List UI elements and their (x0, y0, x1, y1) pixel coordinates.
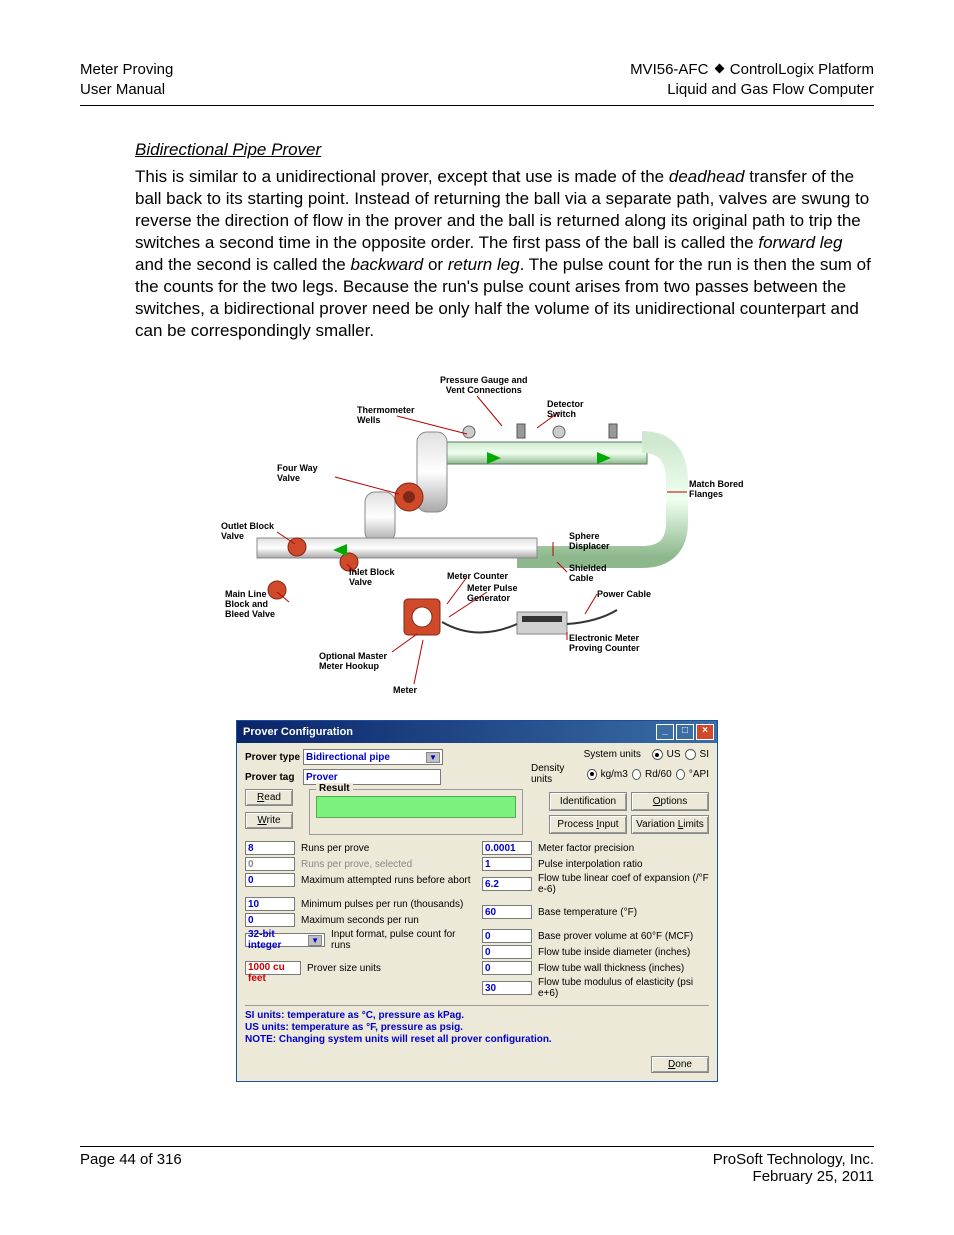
param-row: Pulse interpolation ratio (482, 857, 709, 871)
header-left-1: Meter Proving (80, 60, 173, 80)
param-row: Meter factor precision (482, 841, 709, 855)
page-number: Page 44 of 316 (80, 1151, 182, 1185)
left-param-grid: Runs per prove Runs per prove, selected Ma… (245, 841, 472, 1001)
read-button[interactable]: Read (245, 789, 293, 806)
param-row: Base prover volume at 60°F (MCF) (482, 929, 709, 943)
param-input[interactable] (482, 961, 532, 975)
prover-type-select[interactable]: Bidirectional pipe▼ (303, 749, 443, 765)
label-meterpulse: Meter Pulse Generator (467, 584, 518, 604)
identification-button[interactable]: Identification (549, 792, 627, 811)
label-shielded: Shielded Cable (569, 564, 607, 584)
diamond-icon (714, 64, 724, 74)
param-input[interactable] (482, 877, 532, 891)
body-paragraph: This is similar to a unidirectional prov… (135, 166, 874, 343)
param-row: Maximum seconds per run (245, 913, 472, 927)
param-row: Flow tube modulus of elasticity (psi e+6… (482, 977, 709, 999)
options-button[interactable]: Options (631, 792, 709, 811)
prover-config-dialog: Prover Configuration _ □ × Prover type B… (236, 720, 718, 1082)
header-right-1: MVI56-AFC ControlLogix Platform (630, 60, 874, 80)
label-fourway: Four Way Valve (277, 464, 318, 484)
prover-diagram: Pressure Gauge and Vent Connections Ther… (217, 372, 737, 702)
system-units-group: System units US SI (584, 749, 709, 760)
prover-type-label: Prover type (245, 752, 303, 763)
label-optional: Optional Master Meter Hookup (319, 652, 387, 672)
param-row: Runs per prove (245, 841, 472, 855)
param-input[interactable] (482, 981, 532, 995)
param-row: Minimum pulses per run (thousands) (245, 897, 472, 911)
label-electronic: Electronic Meter Proving Counter (569, 634, 640, 654)
right-param-grid: Meter factor precision Pulse interpolatio… (482, 841, 709, 1001)
param-input[interactable] (245, 873, 295, 887)
param-input[interactable] (245, 841, 295, 855)
header-right-2: Liquid and Gas Flow Computer (630, 80, 874, 100)
radio-us[interactable] (652, 749, 663, 760)
process-input-button[interactable]: Process Input (549, 815, 627, 834)
param-row: Flow tube wall thickness (inches) (482, 961, 709, 975)
close-button[interactable]: × (696, 724, 714, 740)
result-fieldset: Result (309, 789, 523, 835)
section-title: Bidirectional Pipe Prover (135, 140, 874, 160)
param-input[interactable] (482, 857, 532, 871)
minimize-button[interactable]: _ (656, 724, 674, 740)
param-row: Base temperature (°F) (482, 905, 709, 919)
label-thermo: Thermometer Wells (357, 406, 415, 426)
radio-api[interactable] (676, 769, 685, 780)
dialog-titlebar[interactable]: Prover Configuration _ □ × (237, 721, 717, 743)
variation-limits-button[interactable]: Variation Limits (631, 815, 709, 834)
radio-kgm3[interactable] (587, 769, 596, 780)
label-match: Match Bored Flanges (689, 480, 744, 500)
maximize-button[interactable]: □ (676, 724, 694, 740)
prover-size-units: 1000 cu feet (245, 961, 301, 975)
param-input (245, 857, 295, 871)
param-row: Flow tube inside diameter (inches) (482, 945, 709, 959)
page-footer: Page 44 of 316 ProSoft Technology, Inc. … (80, 1146, 874, 1185)
label-outlet: Outlet Block Valve (221, 522, 274, 542)
units-note: SI units: temperature as °C, pressure as… (245, 1005, 709, 1046)
footer-company: ProSoft Technology, Inc. (713, 1151, 874, 1168)
label-mainline: Main Line Block and Bleed Valve (225, 590, 275, 620)
header-left-2: User Manual (80, 80, 173, 100)
label-meter: Meter (393, 686, 417, 696)
density-units-group: Density units kg/m3 Rd/60 °API (531, 763, 709, 785)
write-button[interactable]: Write (245, 812, 293, 829)
param-input[interactable] (482, 929, 532, 943)
label-inlet: Inlet Block Valve (349, 568, 395, 588)
radio-si[interactable] (685, 749, 696, 760)
dialog-title: Prover Configuration (243, 726, 353, 738)
label-pressure: Pressure Gauge and Vent Connections (440, 376, 528, 396)
param-input[interactable] (482, 945, 532, 959)
param-row: Maximum attempted runs before abort (245, 873, 472, 887)
result-display (316, 796, 516, 818)
label-detector: Detector Switch (547, 400, 584, 420)
param-row: 32-bit integer▼Input format, pulse count… (245, 929, 472, 951)
param-row: 1000 cu feetProver size units (245, 961, 472, 975)
prover-tag-label: Prover tag (245, 772, 303, 783)
done-button[interactable]: Done (651, 1056, 709, 1073)
param-input[interactable] (482, 905, 532, 919)
param-row: Runs per prove, selected (245, 857, 472, 871)
label-sphere: Sphere Displacer (569, 532, 610, 552)
radio-rd60[interactable] (632, 769, 641, 780)
label-metercounter: Meter Counter (447, 572, 508, 582)
chevron-down-icon: ▼ (426, 752, 440, 763)
param-row: Flow tube linear coef of expansion (/°F … (482, 873, 709, 895)
diagram-svg (217, 372, 737, 702)
param-input[interactable] (482, 841, 532, 855)
input-format-select[interactable]: 32-bit integer▼ (245, 933, 325, 947)
param-input[interactable] (245, 913, 295, 927)
page-header: Meter Proving User Manual MVI56-AFC Cont… (80, 60, 874, 106)
label-power: Power Cable (597, 590, 651, 600)
param-input[interactable] (245, 897, 295, 911)
footer-date: February 25, 2011 (713, 1168, 874, 1185)
